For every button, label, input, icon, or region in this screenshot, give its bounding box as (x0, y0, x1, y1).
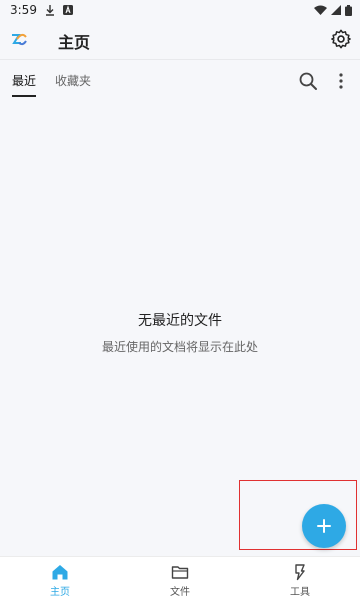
tab-bar: 最近 收藏夹 (0, 62, 360, 102)
download-icon (45, 4, 54, 16)
empty-state: 无最近的文件 最近使用的文档将显示在此处 (0, 310, 360, 355)
tab-favorites[interactable]: 收藏夹 (55, 72, 91, 89)
empty-state-title: 无最近的文件 (138, 313, 222, 329)
status-left: 3:59 (10, 3, 73, 17)
status-bar: 3:59 (0, 0, 360, 20)
home-icon (52, 565, 68, 580)
nav-label-files: 文件 (170, 587, 190, 598)
status-time: 3:59 (10, 3, 37, 17)
bottom-nav: 主页 文件 工具 (0, 556, 360, 600)
nav-label-tools: 工具 (290, 587, 310, 598)
wifi-icon (314, 5, 327, 15)
empty-state-subtitle: 最近使用的文档将显示在此处 (101, 340, 258, 354)
add-button[interactable] (302, 504, 346, 548)
nav-item-home[interactable]: 主页 (30, 563, 90, 598)
plus-icon (317, 519, 331, 533)
status-right (314, 4, 352, 16)
tools-icon (295, 564, 305, 581)
signal-icon (331, 5, 341, 15)
page-title: 主页 (58, 33, 91, 52)
app-logo-icon (12, 33, 27, 46)
settings-gear-icon[interactable] (330, 28, 352, 50)
folder-icon (171, 566, 189, 579)
battery-icon (345, 4, 352, 16)
nav-item-files[interactable]: 文件 (150, 563, 210, 598)
notification-a-icon (62, 5, 73, 15)
tab-recent[interactable]: 最近 (12, 72, 36, 89)
app-bar: 主页 (0, 20, 360, 60)
nav-item-tools[interactable]: 工具 (270, 563, 330, 598)
nav-label-home: 主页 (50, 587, 70, 598)
search-icon[interactable] (298, 71, 318, 91)
active-tab-indicator (12, 95, 36, 97)
more-vertical-icon[interactable] (334, 71, 348, 91)
